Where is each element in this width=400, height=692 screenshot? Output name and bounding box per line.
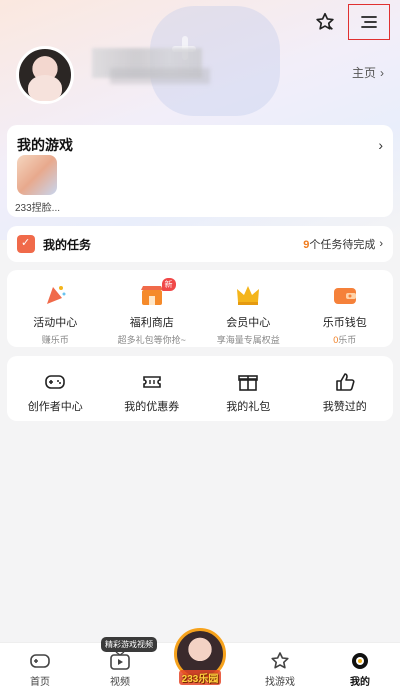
gift-icon bbox=[238, 375, 259, 391]
profile-icon bbox=[352, 653, 368, 669]
video-tag: 精彩游戏视频 bbox=[101, 637, 157, 652]
service-title: 福利商店 bbox=[129, 317, 174, 329]
chevron-right-icon: › bbox=[379, 238, 383, 250]
crown-icon bbox=[237, 286, 260, 305]
nav-mine-label: 我的 bbox=[350, 677, 370, 688]
service-member-center[interactable]: 会员中心 享海量专属权益 bbox=[200, 270, 297, 347]
service-title: 会员中心 bbox=[226, 317, 271, 329]
star-icon[interactable] bbox=[310, 7, 340, 37]
nav-video-label: 视频 bbox=[110, 677, 130, 688]
gamepad-icon bbox=[30, 654, 50, 668]
home-link[interactable]: 主页 › bbox=[352, 64, 384, 81]
center-233-button[interactable]: 233乐园 bbox=[174, 628, 226, 685]
nav-home[interactable]: 首页 bbox=[0, 643, 80, 692]
service-subtitle: 0乐币 bbox=[333, 333, 356, 346]
nav-find-games-label: 找游戏 bbox=[265, 677, 295, 688]
tools-card: 创作者中心 我的优惠券 我的礼包 我赞过的 bbox=[7, 356, 393, 421]
service-title: 活动中心 bbox=[33, 317, 78, 329]
tasks-suffix: 个任务待完成 bbox=[309, 239, 376, 251]
nav-mine[interactable]: 我的 bbox=[320, 643, 400, 692]
menu-button[interactable] bbox=[348, 4, 390, 40]
service-welfare-shop[interactable]: 新 福利商店 超多礼包等你抢~ bbox=[104, 270, 201, 347]
tool-label: 我的礼包 bbox=[226, 401, 271, 413]
thumbs-up-icon bbox=[335, 373, 355, 391]
service-subtitle: 超多礼包等你抢~ bbox=[117, 335, 186, 345]
coupon-icon bbox=[142, 376, 161, 388]
avatar[interactable] bbox=[16, 46, 74, 104]
tool-label: 我赞过的 bbox=[322, 401, 367, 413]
nav-home-label: 首页 bbox=[30, 677, 50, 688]
my-tasks-title: 我的任务 bbox=[43, 237, 92, 252]
service-title: 乐币钱包 bbox=[322, 317, 367, 329]
shop-icon bbox=[140, 286, 163, 305]
hamburger-icon bbox=[361, 16, 377, 28]
tool-my-gift-packs[interactable]: 我的礼包 bbox=[200, 356, 297, 421]
nav-video[interactable]: 精彩游戏视频 视频 bbox=[80, 637, 160, 692]
my-games-card: 我的游戏 › 233捏脸... bbox=[7, 125, 393, 217]
my-games-title: 我的游戏 bbox=[17, 137, 73, 153]
play-tv-icon bbox=[110, 651, 130, 670]
nav-find-games[interactable]: 找游戏 bbox=[240, 643, 320, 692]
tool-label: 我的优惠券 bbox=[124, 401, 180, 413]
gamepad-icon bbox=[45, 375, 66, 389]
tool-label: 创作者中心 bbox=[27, 401, 83, 413]
my-tasks-card[interactable]: 我的任务 9个任务待完成 › bbox=[7, 226, 393, 262]
game-label[interactable]: 233捏脸... bbox=[15, 199, 60, 214]
chevron-right-icon: › bbox=[380, 65, 384, 80]
chevron-right-icon[interactable]: › bbox=[378, 137, 383, 153]
service-activity-center[interactable]: 活动中心 赚乐币 bbox=[7, 270, 104, 347]
new-badge: 新 bbox=[161, 278, 176, 291]
center-label: 233乐园 bbox=[178, 670, 222, 685]
wallet-unit: 乐币 bbox=[338, 335, 357, 345]
user-id-blurred bbox=[110, 68, 210, 84]
service-wallet[interactable]: 乐币钱包 0乐币 bbox=[297, 270, 394, 347]
services-card: 活动中心 赚乐币 新 福利商店 超多礼包等你抢~ 会员中心 享海量专属权益 乐币… bbox=[7, 270, 393, 347]
tool-creator-center[interactable]: 创作者中心 bbox=[7, 356, 104, 421]
tool-liked[interactable]: 我赞过的 bbox=[297, 356, 394, 421]
star-icon bbox=[271, 652, 289, 669]
game-thumbnail[interactable] bbox=[17, 155, 57, 195]
wallet-icon bbox=[333, 288, 356, 304]
calendar-check-icon bbox=[17, 235, 35, 253]
top-toolbar bbox=[310, 4, 390, 40]
service-subtitle: 享海量专属权益 bbox=[216, 335, 280, 345]
party-icon bbox=[47, 286, 66, 304]
home-link-label: 主页 bbox=[351, 66, 376, 80]
tasks-status: 9个任务待完成 › bbox=[303, 236, 383, 252]
tool-my-coupons[interactable]: 我的优惠券 bbox=[104, 356, 201, 421]
service-subtitle: 赚乐币 bbox=[41, 335, 69, 345]
